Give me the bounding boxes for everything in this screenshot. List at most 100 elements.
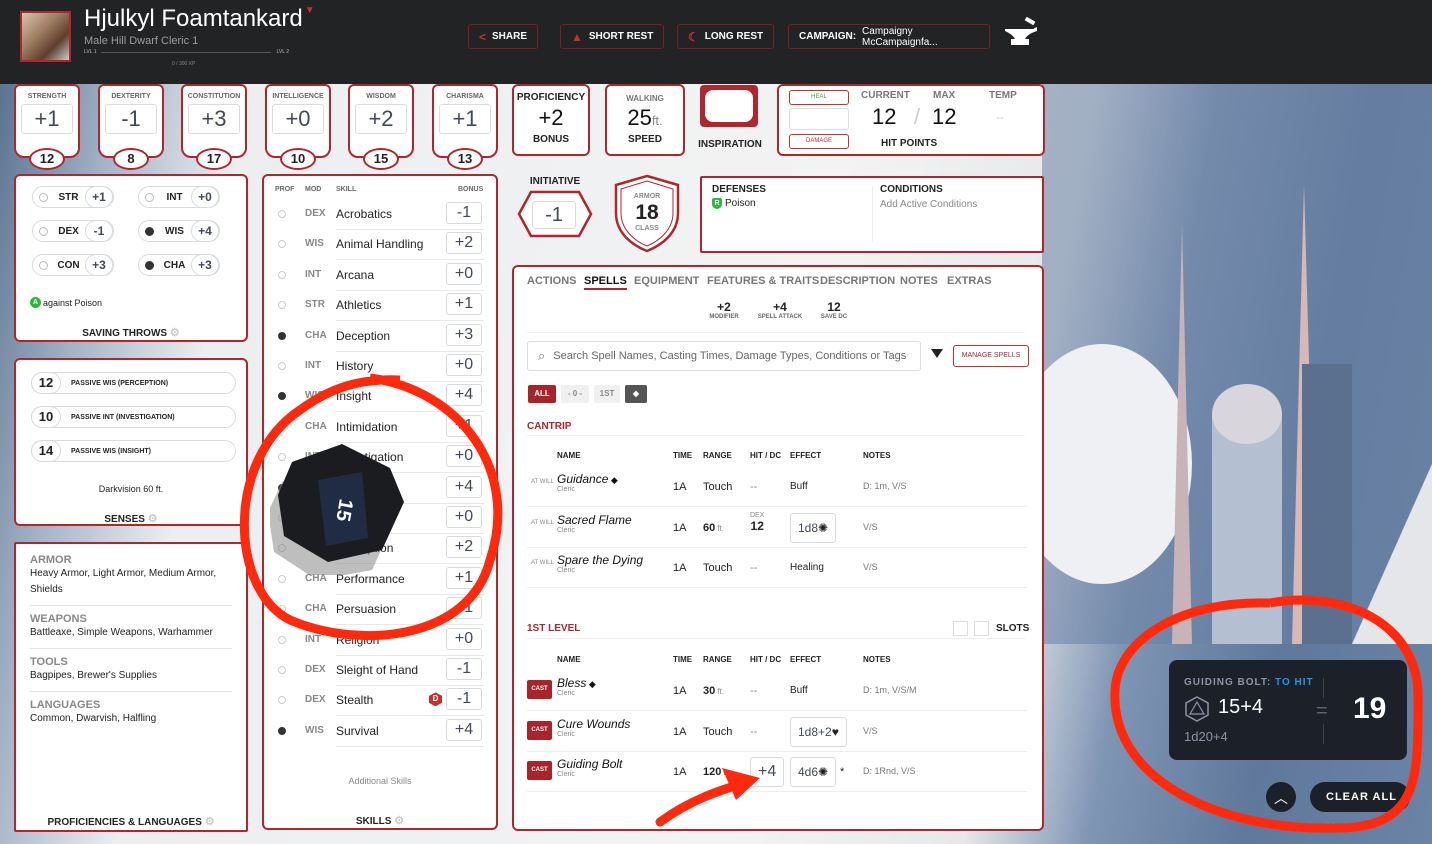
ability-modifier[interactable]: +1 <box>439 104 491 134</box>
skill-bonus[interactable]: +1 <box>446 414 482 437</box>
skill-bonus[interactable]: +1 <box>446 566 482 589</box>
skill-row[interactable]: WIS Animal Handling +2 <box>266 230 488 261</box>
hp-adjust-input[interactable] <box>789 108 849 130</box>
spell-row[interactable]: AT WILL Sacred Flame Cleric 1A 60 ft. DEX 12 1d8… <box>527 508 1027 548</box>
ability-dexterity[interactable]: DEXTERITY -1 8 <box>98 84 164 170</box>
skill-row[interactable]: INT History +0 <box>266 352 488 382</box>
gear-icon[interactable]: ⚙ <box>205 816 215 828</box>
spell-filter-2[interactable]: 1ST <box>594 385 620 403</box>
ability-strength[interactable]: STRENGTH +1 12 <box>14 84 80 170</box>
saving-throw-bonus[interactable]: +3 <box>191 254 219 276</box>
clear-all-button[interactable]: CLEAR ALL ✕ <box>1310 782 1410 833</box>
skill-bonus[interactable]: +2 <box>446 232 482 255</box>
skill-bonus[interactable]: +4 <box>446 475 482 498</box>
spell-row[interactable]: CAST Cure Wounds Cleric 1A Touch -- 1d8+2♥ V/S <box>527 712 1027 752</box>
chevron-down-icon[interactable]: ▼ <box>305 5 315 16</box>
saving-throw-bonus[interactable]: +3 <box>85 254 113 276</box>
skill-row[interactable]: DEX Sleight of Hand -1 <box>266 656 488 686</box>
spell-filter-0[interactable]: ALL <box>528 385 556 403</box>
expand-rolls-button[interactable]: ︿ <box>1266 782 1296 812</box>
spell-search-input[interactable]: ⌕ Search Spell Names, Casting Times, Dama… <box>527 341 921 371</box>
skill-bonus[interactable]: +0 <box>446 262 482 285</box>
anvil-icon[interactable] <box>1003 17 1039 49</box>
skill-bonus[interactable]: +0 <box>446 627 482 650</box>
skill-bonus[interactable]: +4 <box>446 718 482 741</box>
saving-throw-con[interactable]: CON +3 <box>32 254 114 276</box>
skill-row[interactable]: WIS Insight +4 <box>266 382 488 413</box>
add-conditions-link[interactable]: Add Active Conditions <box>880 199 977 210</box>
gear-icon[interactable]: ⚙ <box>170 327 180 339</box>
to-hit-button[interactable]: +4 <box>750 757 785 787</box>
inspiration-toggle[interactable] <box>700 85 758 127</box>
short-rest-button[interactable]: ▲ SHORT REST <box>560 24 665 49</box>
ability-intelligence[interactable]: INTELLIGENCE +0 10 <box>265 84 331 170</box>
spell-row[interactable]: AT WILL Guidance ◆ Cleric 1A Touch -- Buff D: 1… <box>527 467 1027 507</box>
saving-throw-wis[interactable]: WIS +4 <box>138 220 220 242</box>
spell-name[interactable]: Sacred Flame <box>557 513 632 527</box>
skill-row[interactable]: CHA Persuasion +1 <box>266 595 488 626</box>
spell-name[interactable]: Cure Wounds <box>557 717 630 731</box>
gear-icon[interactable]: ⚙ <box>394 815 404 827</box>
saving-throw-str[interactable]: STR +1 <box>32 186 114 208</box>
tab-extras[interactable]: EXTRAS <box>947 275 992 287</box>
spell-name[interactable]: Spare the Dying <box>557 553 643 567</box>
heal-button[interactable]: HEAL <box>789 90 849 105</box>
gear-icon[interactable]: ⚙ <box>148 513 158 525</box>
share-button[interactable]: < SHARE <box>468 24 539 49</box>
tab-spells[interactable]: SPELLS <box>584 275 627 290</box>
dice-roll-result[interactable]: GUIDING BOLT: TO HIT 15+4 1d20+4 = 19 <box>1169 660 1407 760</box>
spell-name[interactable]: Bless ◆ <box>557 676 596 690</box>
skill-bonus[interactable]: +2 <box>446 536 482 559</box>
skill-bonus[interactable]: +3 <box>446 323 482 346</box>
character-name[interactable]: Hjulkyl Foamtankard ▼ <box>84 5 315 33</box>
damage-button[interactable]: 1d8+2♥ <box>790 716 847 747</box>
saving-throw-bonus[interactable]: +1 <box>85 186 113 208</box>
skill-bonus[interactable]: +1 <box>446 597 482 620</box>
long-rest-button[interactable]: ☾ LONG REST <box>677 24 775 49</box>
skill-bonus[interactable]: +4 <box>446 384 482 407</box>
initiative-value[interactable]: -1 <box>532 201 576 229</box>
skill-row[interactable]: DEX Acrobatics -1 <box>266 200 488 230</box>
saving-throw-dex[interactable]: DEX -1 <box>32 220 114 242</box>
spell-name[interactable]: Guidance ◆ <box>557 472 618 486</box>
saving-throw-bonus[interactable]: +0 <box>191 186 219 208</box>
ability-wisdom[interactable]: WISDOM +2 15 <box>348 84 414 170</box>
ability-modifier[interactable]: +1 <box>21 104 73 134</box>
skill-bonus[interactable]: -1 <box>446 658 482 680</box>
skill-row[interactable]: STR Athletics +1 <box>266 291 488 322</box>
spell-row[interactable]: CAST Bless ◆ Cleric 1A 30 ft. -- Buff D: 1m, V/S… <box>527 671 1027 711</box>
skill-row[interactable]: INT Religion +0 <box>266 626 488 656</box>
spell-filter-1[interactable]: - 0 - <box>561 385 589 403</box>
additional-skills-link[interactable]: Additional Skills <box>264 776 496 786</box>
skill-bonus[interactable]: +0 <box>446 354 482 376</box>
saving-throw-int[interactable]: INT +0 <box>138 186 220 208</box>
skill-row[interactable]: INT Arcana +0 <box>266 261 488 291</box>
skill-row[interactable]: CHA Deception +3 <box>266 322 488 352</box>
damage-button[interactable]: 4d6✺ <box>790 757 837 787</box>
cast-button[interactable]: CAST <box>527 761 552 780</box>
skill-row[interactable]: WIS Survival +4 <box>266 717 488 747</box>
skill-bonus[interactable]: +0 <box>446 445 482 468</box>
tab-features-traits[interactable]: FEATURES & TRAITS <box>707 275 819 287</box>
saving-throw-bonus[interactable]: +4 <box>191 220 219 242</box>
hp-current[interactable]: 12 <box>872 104 896 130</box>
ability-constitution[interactable]: CONSTITUTION +3 17 <box>181 84 247 170</box>
skill-bonus[interactable]: -1 <box>446 202 482 224</box>
cast-button[interactable]: CAST <box>527 720 552 740</box>
spell-filter-3[interactable]: ◆ <box>625 385 647 403</box>
ability-modifier[interactable]: +2 <box>355 104 407 134</box>
spell-row[interactable]: AT WILL Spare the Dying Cleric 1A Touch -- Hea… <box>527 548 1027 588</box>
damage-button[interactable]: DAMAGE <box>789 134 849 149</box>
damage-button[interactable]: 1d8✺ <box>790 512 837 543</box>
ability-charisma[interactable]: CHARISMA +1 13 <box>432 84 498 170</box>
tab-notes[interactable]: NOTES <box>900 275 938 287</box>
ability-modifier[interactable]: +0 <box>272 104 324 134</box>
spell-slot-1[interactable] <box>953 621 968 636</box>
skill-row[interactable]: CHA Intimidation +1 <box>266 413 488 443</box>
skill-bonus[interactable]: +1 <box>446 293 482 316</box>
filter-icon[interactable] <box>931 349 943 358</box>
cast-button[interactable]: CAST <box>527 680 552 699</box>
hp-temp[interactable]: -- <box>996 110 1004 124</box>
spell-slot-2[interactable] <box>974 621 989 636</box>
tab-actions[interactable]: ACTIONS <box>527 275 577 287</box>
